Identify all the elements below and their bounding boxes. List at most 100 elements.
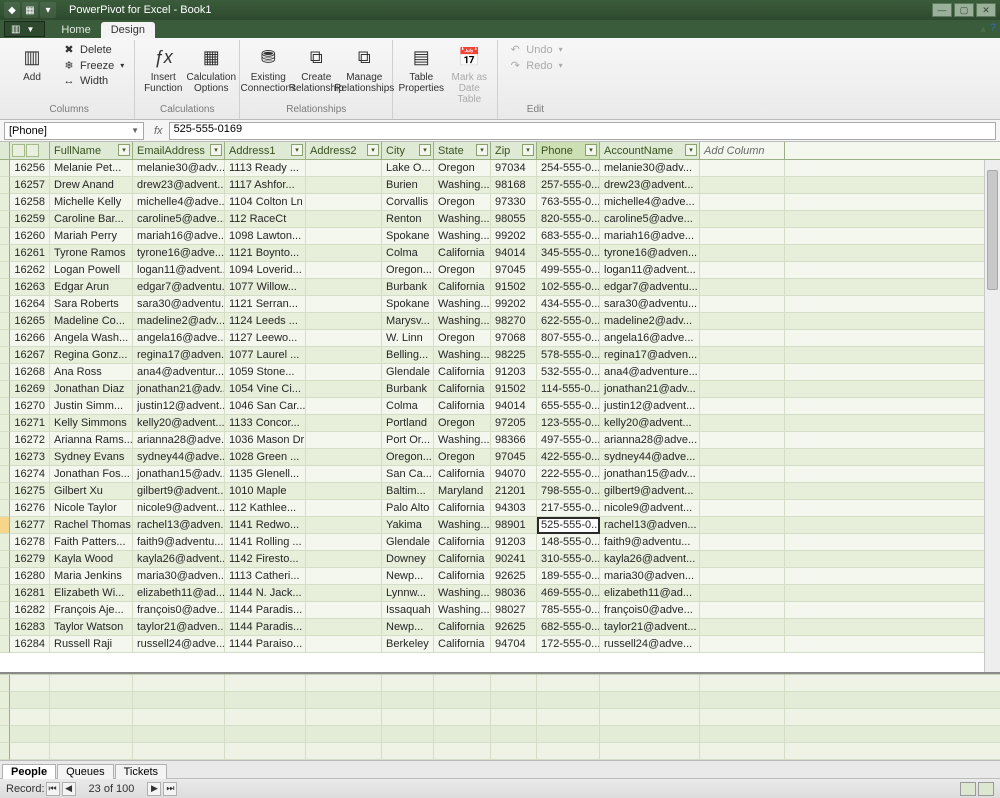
table-row[interactable]: 16270Justin Simm...justin12@advent...104… [0, 398, 1000, 415]
cell-fn[interactable]: Drew Anand [50, 177, 133, 194]
cell-a1[interactable]: 1113 Ready ... [225, 160, 306, 177]
cell-st[interactable]: Maryland [434, 483, 491, 500]
cell-st[interactable]: California [434, 568, 491, 585]
cell-ci[interactable]: Lake O... [382, 160, 434, 177]
cell-fn[interactable]: Michelle Kelly [50, 194, 133, 211]
cell-ac[interactable]: angela16@adve... [600, 330, 700, 347]
row-header[interactable] [0, 415, 10, 432]
row-header[interactable] [0, 177, 10, 194]
cell-ac[interactable]: sara30@adventu... [600, 296, 700, 313]
cell-st[interactable]: Oregon [434, 160, 491, 177]
col-add-column[interactable]: Add Column [700, 142, 785, 159]
cell-zp[interactable]: 21201 [491, 483, 537, 500]
cell-fn[interactable]: Madeline Co... [50, 313, 133, 330]
cell-a2[interactable] [306, 296, 382, 313]
cell-ph[interactable]: 123-555-0... [537, 415, 600, 432]
cell-ac[interactable]: logan11@advent... [600, 262, 700, 279]
cell-ac[interactable]: ana4@adventure... [600, 364, 700, 381]
cell-id[interactable]: 16260 [10, 228, 50, 245]
cell-id[interactable]: 16262 [10, 262, 50, 279]
cell-zp[interactable]: 97045 [491, 262, 537, 279]
cell-ci[interactable]: Palo Alto [382, 500, 434, 517]
row-header[interactable] [0, 517, 10, 534]
cell-zp[interactable]: 94303 [491, 500, 537, 517]
cell-ac[interactable]: justin12@advent... [600, 398, 700, 415]
cell-ac[interactable]: kelly20@advent... [600, 415, 700, 432]
cell-ac[interactable]: elizabeth11@ad... [600, 585, 700, 602]
cell-ci[interactable]: Port Or... [382, 432, 434, 449]
cell-a1[interactable]: 1028 Green ... [225, 449, 306, 466]
cell-em[interactable]: maria30@adven... [133, 568, 225, 585]
cell-a1[interactable]: 1054 Vine Ci... [225, 381, 306, 398]
cell-st[interactable]: Washing... [434, 313, 491, 330]
cell-zp[interactable]: 97068 [491, 330, 537, 347]
cell-ph[interactable]: 499-555-0... [537, 262, 600, 279]
cell-ci[interactable]: Spokane [382, 296, 434, 313]
cell-zp[interactable]: 94070 [491, 466, 537, 483]
cell-add[interactable] [700, 585, 785, 602]
cell-st[interactable]: Washing... [434, 296, 491, 313]
cell-a2[interactable] [306, 160, 382, 177]
filter-icon[interactable]: ▾ [419, 144, 431, 156]
cell-em[interactable]: tyrone16@adve... [133, 245, 225, 262]
cell-add[interactable] [700, 194, 785, 211]
cell-st[interactable]: California [434, 619, 491, 636]
cell-a1[interactable]: 1036 Mason Dr [225, 432, 306, 449]
cell-add[interactable] [700, 568, 785, 585]
row-header[interactable] [0, 619, 10, 636]
cell-a1[interactable]: 1104 Colton Ln [225, 194, 306, 211]
cell-a1[interactable]: 1141 Redwo... [225, 517, 306, 534]
cell-em[interactable]: rachel13@adven... [133, 517, 225, 534]
cell-a2[interactable] [306, 585, 382, 602]
row-header[interactable] [0, 483, 10, 500]
cell-fn[interactable]: Angela Wash... [50, 330, 133, 347]
table-row[interactable]: 16264Sara Robertssara30@adventu...1121 S… [0, 296, 1000, 313]
cell-a2[interactable] [306, 466, 382, 483]
cell-id[interactable]: 16261 [10, 245, 50, 262]
cell-em[interactable]: kelly20@advent... [133, 415, 225, 432]
id-column-header[interactable] [10, 142, 50, 159]
cell-ci[interactable]: Portland [382, 415, 434, 432]
cell-ph[interactable]: 148-555-0... [537, 534, 600, 551]
cell-ci[interactable]: Issaquah [382, 602, 434, 619]
cell-a1[interactable]: 112 Kathlee... [225, 500, 306, 517]
filter-icon[interactable]: ▾ [118, 144, 130, 156]
select-all-corner[interactable] [0, 142, 10, 159]
cell-ph[interactable]: 257-555-0... [537, 177, 600, 194]
row-header[interactable] [0, 602, 10, 619]
cell-em[interactable]: nicole9@advent... [133, 500, 225, 517]
cell-add[interactable] [700, 160, 785, 177]
table-row[interactable]: 16283Taylor Watsontaylor21@adven...1144 … [0, 619, 1000, 636]
cell-ph[interactable]: 578-555-0... [537, 347, 600, 364]
view-grid-icon[interactable] [960, 782, 976, 796]
cell-a2[interactable] [306, 364, 382, 381]
cell-ph[interactable]: 785-555-0... [537, 602, 600, 619]
cell-add[interactable] [700, 432, 785, 449]
cell-ph[interactable]: 434-555-0... [537, 296, 600, 313]
create-relationship-button[interactable]: ⧉Create Relationship [294, 42, 338, 96]
cell-ci[interactable]: Baltim... [382, 483, 434, 500]
cell-a1[interactable]: 1124 Leeds ... [225, 313, 306, 330]
cell-st[interactable]: Washing... [434, 177, 491, 194]
cell-a1[interactable]: 1144 N. Jack... [225, 585, 306, 602]
cell-st[interactable]: California [434, 245, 491, 262]
cell-ci[interactable]: Belling... [382, 347, 434, 364]
cell-ci[interactable]: Spokane [382, 228, 434, 245]
calc-row[interactable] [0, 709, 1000, 726]
view-diagram-icon[interactable] [978, 782, 994, 796]
tab-design[interactable]: Design [101, 22, 155, 38]
cell-ac[interactable]: taylor21@advent... [600, 619, 700, 636]
cell-em[interactable]: kayla26@advent... [133, 551, 225, 568]
cell-add[interactable] [700, 619, 785, 636]
undo-button[interactable]: ↶Undo▾ [504, 42, 566, 57]
cell-a2[interactable] [306, 381, 382, 398]
cell-add[interactable] [700, 313, 785, 330]
cell-ci[interactable]: San Ca... [382, 466, 434, 483]
cell-fn[interactable]: Justin Simm... [50, 398, 133, 415]
cell-st[interactable]: Oregon [434, 449, 491, 466]
cell-id[interactable]: 16271 [10, 415, 50, 432]
table-row[interactable]: 16272Arianna Rams...arianna28@adve...103… [0, 432, 1000, 449]
cell-fn[interactable]: Arianna Rams... [50, 432, 133, 449]
minimize-ribbon-icon[interactable]: ▴ [980, 22, 986, 35]
nav-last-button[interactable]: ⏭ [163, 782, 177, 796]
